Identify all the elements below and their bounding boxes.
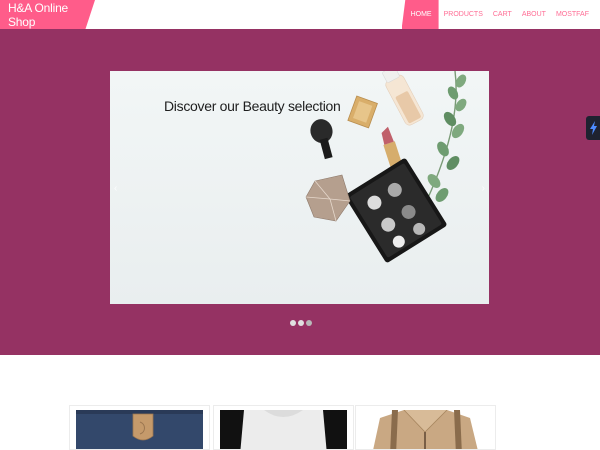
product-image-tote-bag <box>76 410 203 449</box>
nav-cart[interactable]: CART <box>488 0 517 29</box>
nav-about[interactable]: ABOUT <box>517 0 551 29</box>
nav-products[interactable]: PRODUCTS <box>439 0 488 29</box>
carousel-indicator[interactable] <box>290 320 296 326</box>
nav-about-label: ABOUT <box>521 11 546 18</box>
lightning-icon <box>589 121 597 135</box>
nav-user[interactable]: MOSTFAF <box>551 0 594 29</box>
nav-user-label: MOSTFAF <box>555 11 589 18</box>
top-navbar: H&A Online Shop HOME PRODUCTS CART ABOUT… <box>0 0 600 29</box>
product-image-jacket <box>362 410 489 449</box>
nav-products-label: PRODUCTS <box>443 11 483 18</box>
product-image-sweater <box>220 410 347 449</box>
nav-home[interactable]: HOME <box>401 0 439 29</box>
cosmetics-illustration <box>305 71 467 263</box>
carousel-indicators <box>290 320 312 326</box>
chevron-left-icon[interactable]: ‹ <box>114 183 117 194</box>
nav-cart-label: CART <box>492 11 512 18</box>
product-card[interactable] <box>213 405 354 450</box>
carousel-indicator[interactable] <box>306 320 312 326</box>
main-nav: HOME PRODUCTS CART ABOUT MOSTFAF <box>401 0 594 29</box>
product-card[interactable] <box>355 405 496 450</box>
carousel-slide[interactable]: Discover our Beauty selection ‹ › <box>110 71 489 304</box>
brand-logo[interactable]: H&A Online Shop <box>0 0 95 29</box>
brand-name: H&A Online Shop <box>8 0 69 29</box>
hero-section: Discover our Beauty selection ‹ › <box>0 29 600 355</box>
nav-home-label: HOME <box>410 11 432 18</box>
product-card[interactable] <box>69 405 210 450</box>
chevron-right-icon[interactable]: › <box>482 183 485 194</box>
side-widget[interactable] <box>586 116 600 140</box>
carousel-indicator[interactable] <box>298 320 304 326</box>
